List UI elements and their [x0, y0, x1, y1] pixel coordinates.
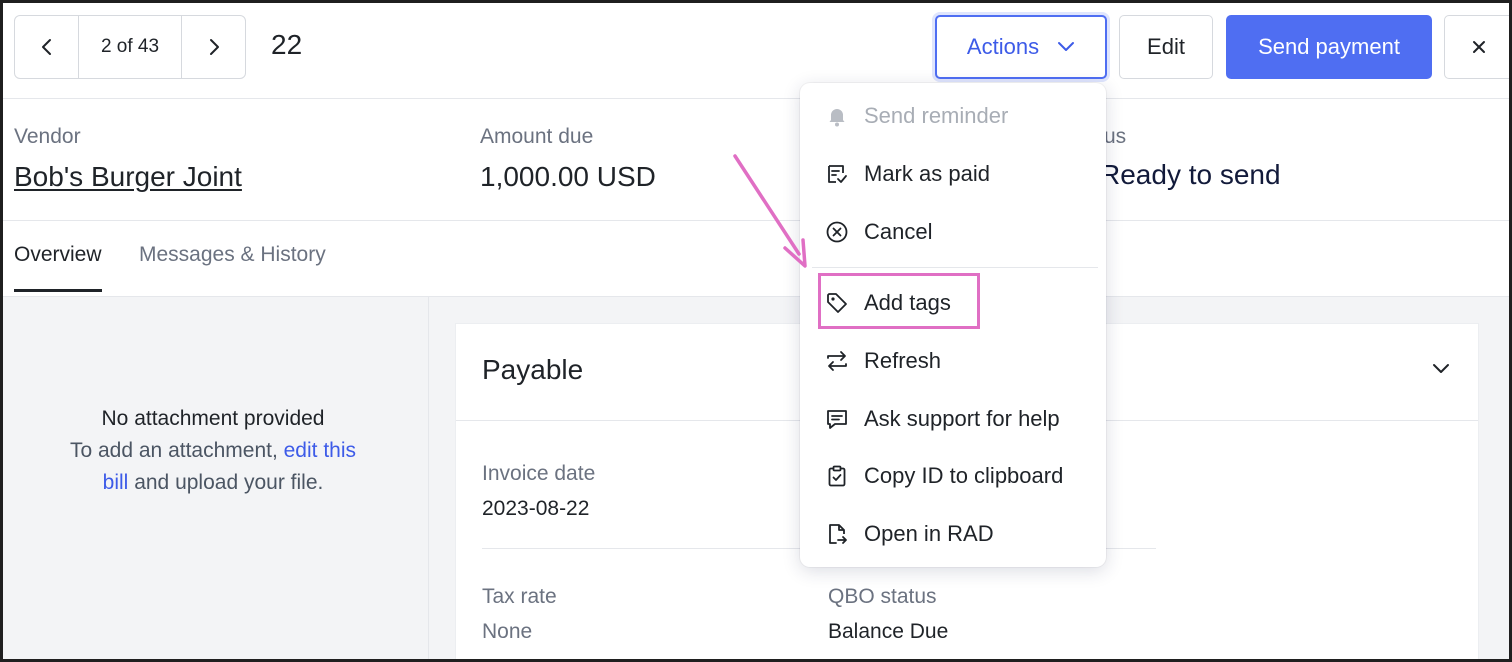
menu-separator	[812, 267, 1098, 268]
menu-item-send-reminder[interactable]: Send reminder	[824, 96, 1008, 136]
tax-rate-value: None	[482, 620, 533, 643]
card-title: Payable	[482, 354, 584, 385]
edit-bill-link[interactable]: edit this	[284, 439, 356, 462]
amount-due-label: Amount due	[480, 125, 594, 148]
menu-item-cancel[interactable]: Cancel	[824, 212, 932, 252]
tax-rate-label: Tax rate	[482, 585, 557, 608]
menu-item-label: Send reminder	[864, 103, 1009, 128]
no-attachment-title: No attachment provided	[101, 407, 325, 430]
attachment-pane: No attachment provided To add an attachm…	[3, 297, 429, 659]
previous-button[interactable]	[15, 16, 78, 78]
menu-item-mark-as-paid[interactable]: Mark as paid	[824, 154, 990, 194]
top-bar: 2 of 43 22 Actions Edit Send payment	[3, 3, 1509, 99]
receipt-check-icon	[824, 161, 850, 187]
status-label: us	[1104, 125, 1127, 148]
chevron-left-icon	[41, 39, 51, 55]
app-window: 2 of 43 22 Actions Edit Send payment Ven…	[0, 0, 1512, 662]
highlight-annotation	[818, 273, 980, 329]
hint-prefix: To add an attachment,	[69, 439, 284, 462]
vendor-label: Vendor	[14, 125, 81, 148]
collapse-toggle[interactable]	[1432, 362, 1450, 380]
chevron-right-icon	[209, 39, 219, 55]
menu-item-label: Open in RAD	[864, 521, 994, 546]
edit-button[interactable]: Edit	[1119, 15, 1213, 79]
x-circle-icon	[824, 219, 850, 245]
bill-number: 22	[271, 29, 303, 60]
qbo-status-value: Balance Due	[828, 620, 949, 643]
menu-item-copy-id[interactable]: Copy ID to clipboard	[824, 456, 1063, 496]
clipboard-check-icon	[824, 463, 850, 489]
chevron-down-icon	[1058, 42, 1075, 51]
tab-overview[interactable]: Overview	[14, 243, 102, 292]
main-content: No attachment provided To add an attachm…	[3, 297, 1509, 659]
actions-button[interactable]: Actions	[935, 15, 1107, 79]
status-value: Ready to send	[1100, 159, 1281, 190]
chat-icon	[824, 406, 850, 432]
refresh-arrows-icon	[824, 348, 850, 374]
menu-item-label: Copy ID to clipboard	[864, 463, 1064, 488]
pager-count: 2 of 43	[78, 16, 182, 78]
menu-item-label: Ask support for help	[864, 406, 1060, 431]
vendor-link[interactable]: Bob's Burger Joint	[14, 161, 242, 193]
menu-item-label: Cancel	[864, 219, 933, 244]
tab-messages-history[interactable]: Messages & History	[139, 243, 326, 289]
no-attachment-message: No attachment provided To add an attachm…	[23, 403, 403, 499]
no-attachment-hint: To add an attachment, edit this	[23, 435, 403, 467]
close-icon	[1473, 41, 1485, 53]
annotation-arrow-icon	[733, 154, 807, 268]
invoice-date-value: 2023-08-22	[482, 497, 590, 520]
invoice-date-label: Invoice date	[482, 462, 596, 485]
hint-suffix: and upload your file.	[128, 471, 324, 494]
bell-icon	[824, 103, 850, 129]
chevron-down-icon	[1433, 364, 1449, 373]
qbo-status-label: QBO status	[828, 585, 937, 608]
send-payment-button[interactable]: Send payment	[1226, 15, 1432, 79]
menu-item-ask-support[interactable]: Ask support for help	[824, 399, 1060, 439]
actions-button-label: Actions	[966, 34, 1040, 59]
file-arrow-icon	[824, 521, 850, 547]
menu-item-label: Refresh	[864, 348, 942, 373]
menu-item-refresh[interactable]: Refresh	[824, 341, 941, 381]
pager: 2 of 43	[14, 15, 246, 79]
no-attachment-hint-2: bill and upload your file.	[23, 467, 403, 499]
menu-item-open-in-rad[interactable]: Open in RAD	[824, 514, 994, 554]
amount-due-value: 1,000.00 USD	[480, 161, 656, 192]
edit-bill-link-2[interactable]: bill	[103, 471, 129, 494]
close-button[interactable]	[1444, 15, 1509, 79]
next-button[interactable]	[182, 16, 245, 78]
menu-item-label: Mark as paid	[864, 161, 990, 186]
